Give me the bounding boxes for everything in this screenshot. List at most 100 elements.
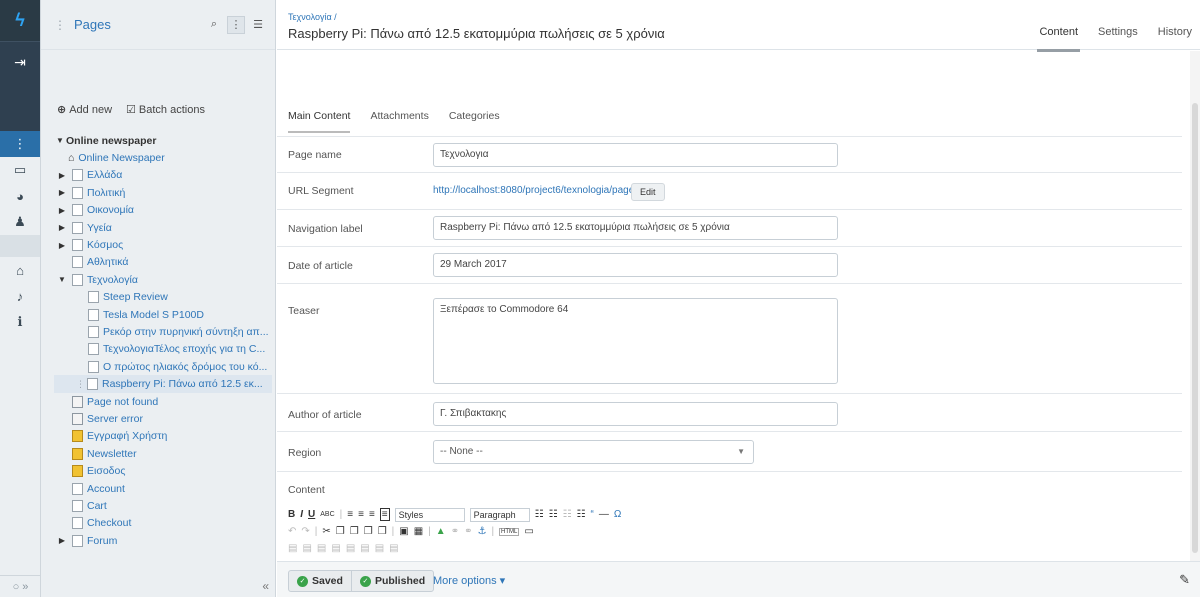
tree-item[interactable]: Cart bbox=[54, 497, 272, 514]
copy-icon[interactable]: ❐ bbox=[336, 526, 345, 537]
tree-item[interactable]: Newsletter bbox=[54, 445, 272, 462]
scrollbar-thumb[interactable] bbox=[1192, 103, 1198, 553]
page-name-field[interactable]: Τεχνολογια bbox=[433, 143, 838, 167]
reports-icon[interactable]: ◕ bbox=[0, 183, 40, 209]
delete-col-icon[interactable]: ▤ bbox=[375, 543, 384, 554]
merge-cells-icon[interactable]: ▤ bbox=[389, 543, 398, 554]
more-options-button[interactable]: More options ▾ bbox=[433, 574, 505, 587]
expand-arrow-icon[interactable]: ▼ bbox=[54, 136, 66, 145]
outdent-icon[interactable]: ☷ bbox=[563, 509, 572, 520]
paste-word-icon[interactable]: ❐ bbox=[378, 526, 387, 537]
tree-item[interactable]: Tesla Model S P100D bbox=[54, 306, 272, 323]
tree-item[interactable]: ▶ Υγεία bbox=[54, 219, 272, 236]
cell-props-icon[interactable]: ▤ bbox=[317, 543, 326, 554]
indent-icon[interactable]: ☷ bbox=[577, 509, 586, 520]
tree-item[interactable]: ΤεχνολογιαΤέλος εποχής για τη C... bbox=[54, 341, 272, 358]
strikethrough-icon[interactable]: ABC bbox=[320, 511, 334, 518]
align-justify-icon[interactable]: ≡ bbox=[379, 508, 390, 521]
underline-icon[interactable]: U bbox=[308, 509, 315, 520]
logo-icon[interactable]: ϟ bbox=[0, 0, 40, 41]
styles-select[interactable]: Styles bbox=[394, 507, 465, 522]
align-right-icon[interactable]: ≡ bbox=[369, 509, 375, 520]
published-button[interactable]: ✓ Published bbox=[350, 571, 433, 591]
tree-item[interactable]: Checkout bbox=[54, 515, 272, 532]
navigation-label-field[interactable]: Raspberry Pi: Πάνω από 12.5 εκατομμύρια … bbox=[433, 216, 838, 240]
insert-table-icon[interactable]: ▦ bbox=[414, 526, 423, 537]
tools-icon[interactable]: ♪ bbox=[0, 283, 40, 309]
paragraph-select[interactable]: Paragraph bbox=[469, 507, 530, 522]
tree-item[interactable]: Account bbox=[54, 480, 272, 497]
remove-link-icon[interactable]: ⚭ bbox=[464, 526, 472, 537]
numbered-list-icon[interactable]: ☷ bbox=[549, 509, 558, 520]
teaser-textarea[interactable]: Ξεπέρασε το Commodore 64 bbox=[433, 298, 838, 384]
align-center-icon[interactable]: ≡ bbox=[358, 509, 364, 520]
tree-item[interactable]: ▶ Οικονομία bbox=[54, 202, 272, 219]
tree-item[interactable]: Αθλητικά bbox=[54, 254, 272, 271]
html-source-icon[interactable]: HTML bbox=[499, 527, 520, 536]
collapse-arrow-icon[interactable]: ▼ bbox=[56, 275, 68, 284]
date-field[interactable]: 29 March 2017 bbox=[433, 253, 838, 277]
breadcrumb[interactable]: Τεχνολογία / bbox=[288, 12, 337, 22]
form-scrollbar[interactable] bbox=[1190, 51, 1200, 561]
cut-icon[interactable]: ✂ bbox=[322, 526, 330, 537]
expand-arrow-icon[interactable]: ▶ bbox=[56, 206, 68, 215]
tree-item[interactable]: ▼ Τεχνολογία bbox=[54, 271, 272, 288]
tree-item[interactable]: Server error bbox=[54, 410, 272, 427]
logout-icon[interactable]: ⇥ bbox=[0, 41, 40, 82]
insert-row-icon[interactable]: ▤ bbox=[331, 543, 340, 554]
search-icon[interactable]: ⌕ bbox=[205, 16, 223, 34]
expand-arrow-icon[interactable]: ▶ bbox=[56, 171, 68, 180]
pages-icon[interactable]: ⋮ bbox=[0, 131, 40, 157]
fullscreen-icon[interactable]: ▭ bbox=[524, 526, 533, 537]
drag-handle-icon[interactable]: ⋮ bbox=[76, 379, 85, 390]
horizontal-rule-icon[interactable]: — bbox=[599, 509, 609, 520]
tab-main-content[interactable]: Main Content bbox=[288, 110, 351, 133]
bold-icon[interactable]: B bbox=[288, 509, 295, 520]
files-icon[interactable]: ▭ bbox=[0, 157, 40, 183]
rail-footer[interactable]: ○ » bbox=[0, 575, 41, 597]
region-select[interactable]: -- None -- ▼ bbox=[433, 440, 754, 464]
tab-categories[interactable]: Categories bbox=[449, 110, 500, 133]
tree-item[interactable]: ▶ Κόσμος bbox=[54, 236, 272, 253]
expand-arrow-icon[interactable]: ▶ bbox=[56, 241, 68, 250]
insert-col-icon[interactable]: ▤ bbox=[360, 543, 369, 554]
tree-item-current[interactable]: ⋮ Raspberry Pi: Πάνω από 12.5 εκ... bbox=[54, 375, 272, 393]
table-props-icon[interactable]: ▤ bbox=[288, 543, 297, 554]
expand-arrow-icon[interactable]: ▶ bbox=[56, 223, 68, 232]
url-edit-button[interactable]: Edit bbox=[631, 183, 665, 201]
tree-item[interactable]: Εγγραφή Χρήστη bbox=[54, 428, 272, 445]
special-char-icon[interactable]: Ω bbox=[614, 509, 621, 520]
delete-row-icon[interactable]: ▤ bbox=[346, 543, 355, 554]
row-props-icon[interactable]: ▤ bbox=[302, 543, 311, 554]
tab-attachments[interactable]: Attachments bbox=[370, 110, 428, 133]
edit-pen-icon[interactable]: ✎ bbox=[1179, 572, 1190, 588]
italic-icon[interactable]: I bbox=[300, 509, 303, 520]
tree-item[interactable]: Page not found bbox=[54, 393, 272, 410]
tree-item[interactable]: Εισοδος bbox=[54, 462, 272, 479]
align-left-icon[interactable]: ≡ bbox=[347, 509, 353, 520]
bullet-list-icon[interactable]: ☷ bbox=[535, 509, 544, 520]
list-view-icon[interactable]: ☰ bbox=[249, 16, 267, 34]
paste-icon[interactable]: ❐ bbox=[350, 526, 359, 537]
tab-history[interactable]: History bbox=[1150, 0, 1200, 50]
redo-icon[interactable]: ↷ bbox=[301, 526, 309, 537]
add-new-button[interactable]: ⊕ Add new bbox=[57, 103, 112, 116]
url-segment-link[interactable]: http://localhost:8080/project6/texnologi… bbox=[433, 185, 649, 196]
tree-item[interactable]: Steep Review bbox=[54, 289, 272, 306]
shop-icon[interactable]: ⌂ bbox=[0, 257, 40, 283]
expand-arrow-icon[interactable]: ▶ bbox=[56, 536, 68, 545]
insert-media-icon[interactable]: ▣ bbox=[399, 526, 408, 537]
collapse-panel-button[interactable]: « bbox=[262, 579, 269, 593]
tab-content[interactable]: Content bbox=[1031, 0, 1086, 52]
author-field[interactable]: Γ. Σπιβακτακης bbox=[433, 402, 838, 426]
tree-item[interactable]: ▼ Online newspaper bbox=[54, 132, 272, 149]
help-icon[interactable]: ℹ bbox=[0, 309, 40, 335]
tab-settings[interactable]: Settings bbox=[1090, 0, 1146, 50]
insert-image-icon[interactable]: ▲ bbox=[436, 526, 446, 537]
expand-arrow-icon[interactable]: ▶ bbox=[56, 188, 68, 197]
saved-button[interactable]: ✓ Saved bbox=[289, 571, 351, 591]
anchor-icon[interactable]: ⚓ bbox=[477, 526, 486, 537]
tree-item[interactable]: ▶ Ελλάδα bbox=[54, 167, 272, 184]
tree-item[interactable]: Ο πρώτος ηλιακός δρόμος του κό... bbox=[54, 358, 272, 375]
tree-item[interactable]: Ρεκόρ στην πυρηνική σύντηξη απ... bbox=[54, 323, 272, 340]
